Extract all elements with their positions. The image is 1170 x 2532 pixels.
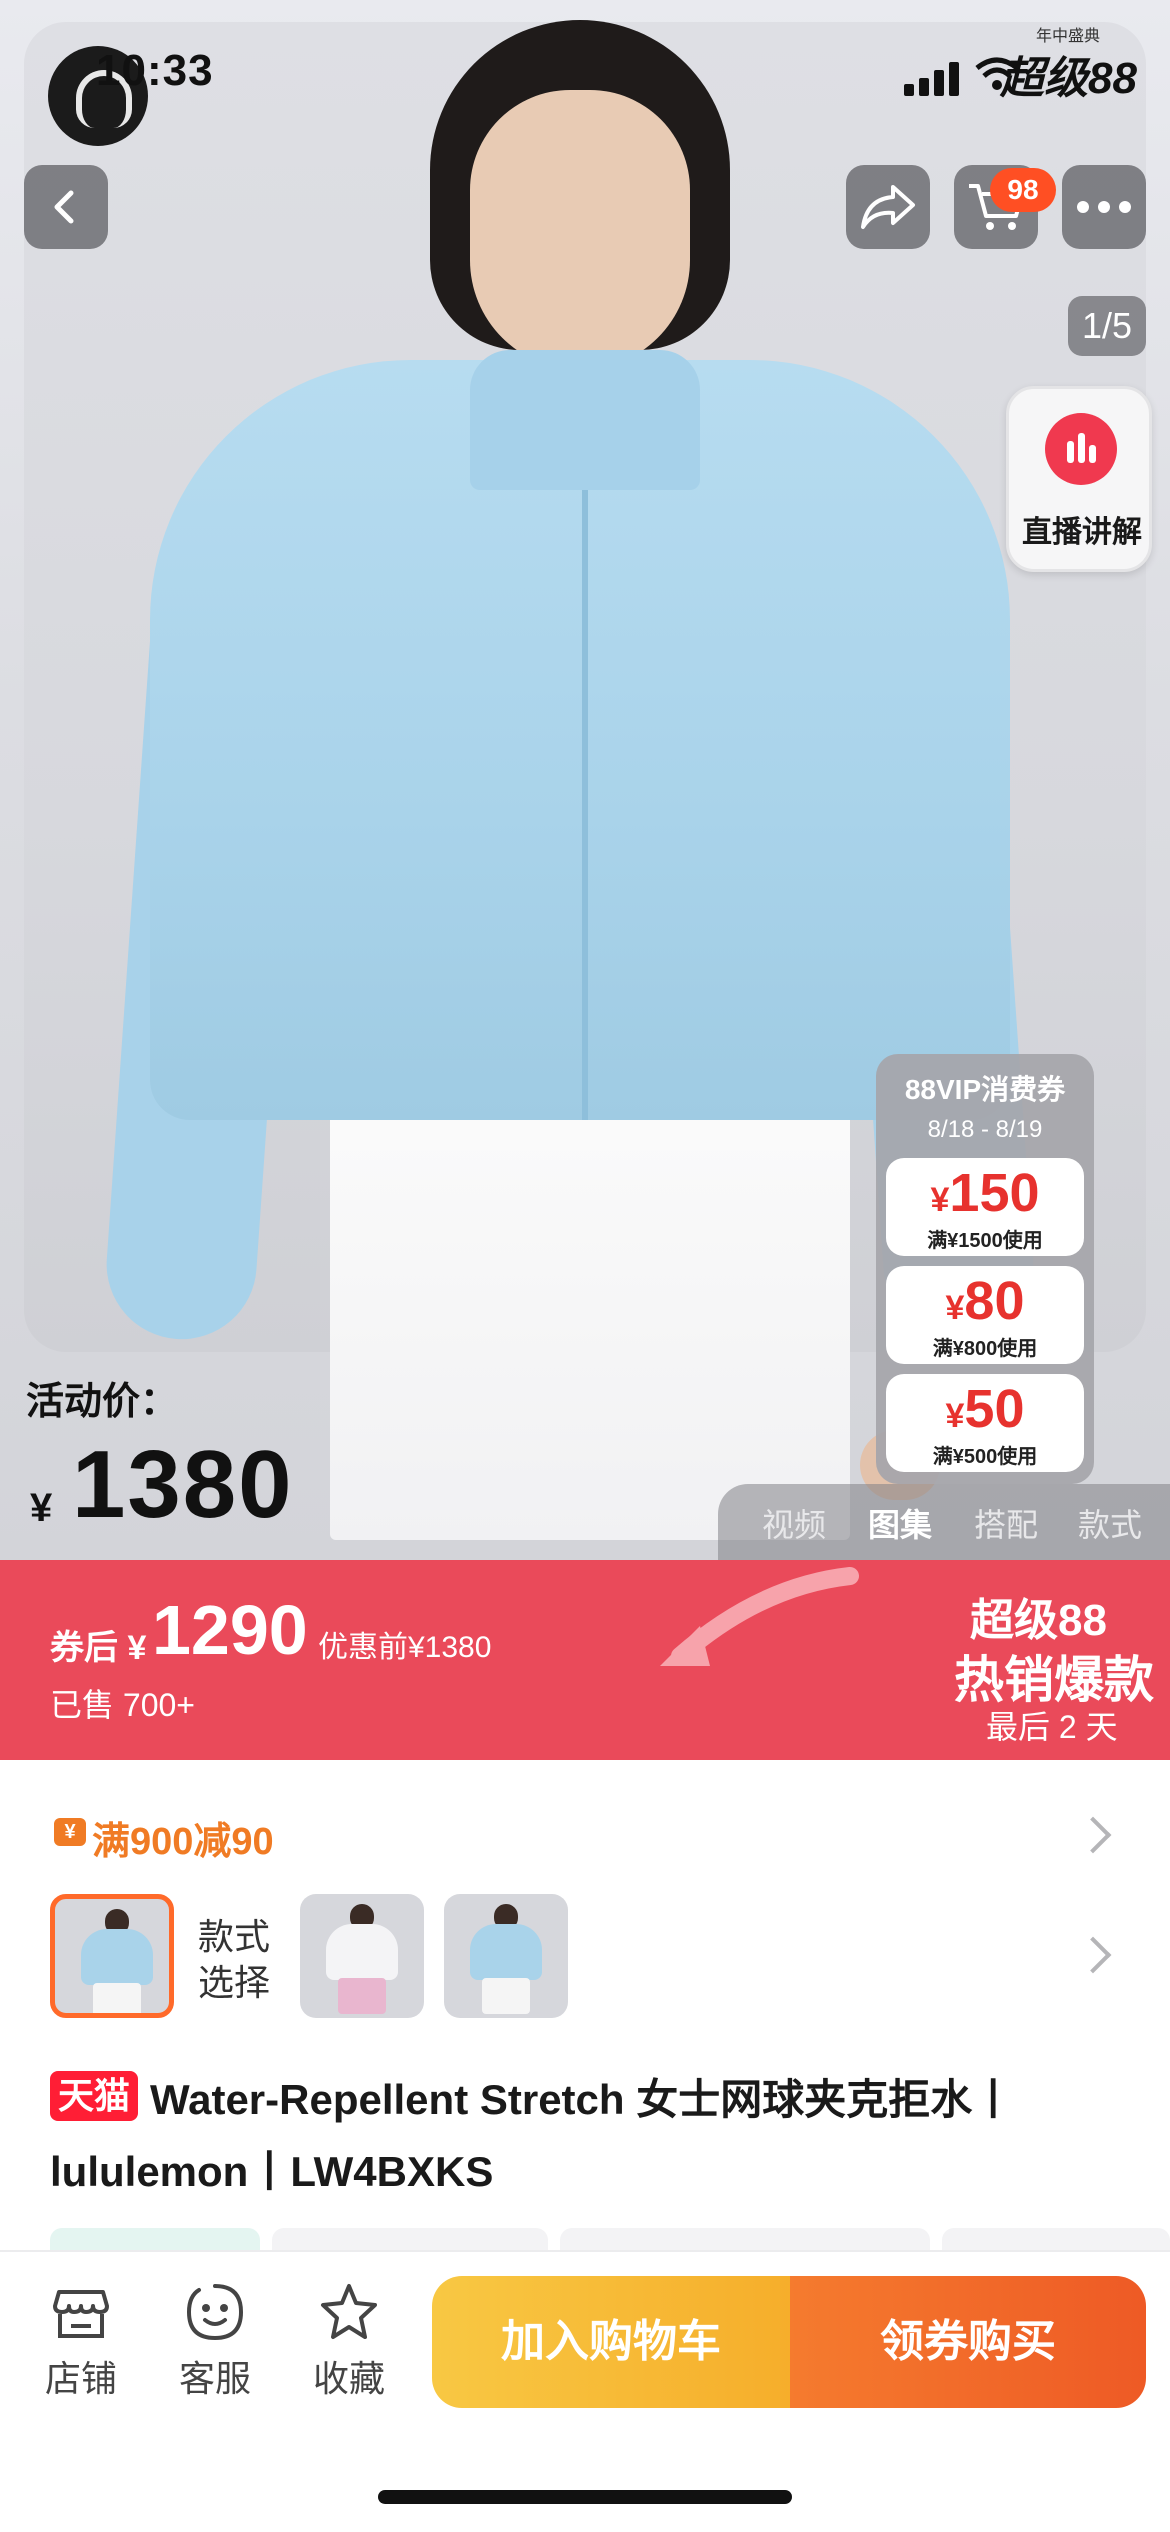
share-button[interactable] [846, 165, 930, 249]
coupon-amount: ¥50 [945, 1379, 1025, 1439]
vip-coupon-title: 88VIP消费券 [904, 1074, 1066, 1105]
coupon-condition: 满¥500使用 [932, 1446, 1038, 1468]
live-stream-icon [1045, 413, 1117, 485]
live-explain-label: 直播讲解 [1022, 516, 1142, 549]
live-explain-button[interactable]: 直播讲解 [1006, 386, 1152, 572]
days-left-label: 最后 2 天 [986, 1709, 1118, 1745]
add-to-cart-button[interactable]: 加入购物车 [432, 2276, 790, 2408]
product-title: 天猫 Water-Repellent Stretch 女士网球夹克拒水丨lulul… [50, 2064, 1130, 2208]
activity-currency: ¥ [30, 1486, 53, 1530]
before-discount-price: 优惠前¥1380 [318, 1631, 492, 1664]
after-coupon-price: 1290 [152, 1591, 308, 1669]
vip-coupon-panel[interactable]: 88VIP消费券 8/18 - 8/19 ¥150 满¥1500使用 ¥80 满… [876, 1054, 1094, 1484]
model-face [470, 90, 690, 370]
chevron-right-icon [1074, 1816, 1112, 1854]
tab-video[interactable]: 视频 [762, 1500, 826, 1546]
activity-price-label: 活动价： [26, 1381, 179, 1423]
tab-styles[interactable]: 款式 [1078, 1500, 1142, 1546]
status-time: 10:33 [96, 46, 214, 95]
product-tags-row [50, 2228, 1170, 2258]
chevron-right-icon [1074, 1936, 1112, 1974]
style-thumbnail[interactable] [300, 1894, 424, 2018]
store-tab-label: 店铺 [44, 2358, 117, 2399]
style-select-label: 款式 选择 [198, 1916, 271, 2003]
style-thumbnail[interactable] [444, 1894, 568, 2018]
product-title-text: Water-Repellent Stretch 女士网球夹克拒水丨lululem… [50, 2076, 1015, 2195]
coupon-card[interactable]: ¥150 满¥1500使用 [886, 1158, 1084, 1256]
customer-service-label: 客服 [178, 2358, 251, 2399]
style-thumbnail[interactable] [50, 1894, 174, 2018]
coupon-amount: ¥150 [930, 1163, 1040, 1223]
tmall-tag: 天猫 [50, 2071, 139, 2121]
tab-outfit[interactable]: 搭配 [974, 1500, 1038, 1546]
cart-count-badge: 98 [990, 168, 1056, 212]
home-indicator[interactable] [378, 2490, 792, 2504]
share-arrow-icon [861, 185, 915, 229]
store-icon [53, 2290, 109, 2338]
cellular-signal-icon [904, 60, 964, 96]
image-page-counter: 1/5 [1068, 296, 1146, 356]
back-arrow-icon [54, 190, 74, 224]
favorite-tab-label: 收藏 [312, 2358, 385, 2399]
more-options-button[interactable] [1062, 165, 1146, 249]
favorite-tab[interactable]: 收藏 [294, 2282, 404, 2402]
after-coupon-label: 券后 ¥ [50, 1629, 147, 1667]
model-white-skirt [330, 1080, 850, 1540]
tab-gallery[interactable]: 图集 [868, 1500, 932, 1546]
jacket-zipper [582, 430, 588, 1120]
promo-price-banner: 券后 ¥ 1290 优惠前¥1380 已售 700+ 超级88 热销爆款 最后 … [0, 1560, 1170, 1760]
discount-text: 满900减90 [92, 1821, 274, 1863]
coupon-condition: 满¥1500使用 [927, 1230, 1043, 1252]
vip-coupon-date: 8/18 - 8/19 [927, 1116, 1043, 1143]
event-title: 超级88 [1000, 54, 1137, 103]
chat-face-icon [186, 2284, 244, 2341]
style-select-row[interactable]: 款式 选择 [0, 1890, 1170, 2030]
store-tab[interactable]: 店铺 [26, 2282, 136, 2402]
coupon-condition: 满¥800使用 [932, 1338, 1038, 1360]
product-image-gallery[interactable]: 10:33 年中盛典 超级88 98 1/5 直播讲解 活动价： ¥ 1380 … [0, 0, 1170, 1560]
product-detail-screen: 10:33 年中盛典 超级88 98 1/5 直播讲解 活动价： ¥ 1380 … [0, 0, 1170, 2532]
coupon-card[interactable]: ¥50 满¥500使用 [886, 1374, 1084, 1472]
customer-service-tab[interactable]: 客服 [160, 2282, 270, 2402]
promo-arrow-decoration [660, 1567, 859, 1666]
media-tab-bar: 视频 图集 搭配 款式 [718, 1484, 1170, 1560]
coupon-amount: ¥80 [945, 1271, 1025, 1331]
activity-price: 1380 [72, 1431, 294, 1538]
sold-count: 已售 700+ [50, 1687, 195, 1723]
star-icon [321, 2284, 377, 2339]
claim-coupon-buy-button[interactable]: 领券购买 [790, 2276, 1146, 2408]
super88-label: 超级88 [970, 1596, 1107, 1645]
store-discount-row[interactable]: ¥ 满900减90 [0, 1780, 1170, 1890]
coupon-icon: ¥ [54, 1818, 86, 1846]
coupon-card[interactable]: ¥80 满¥800使用 [886, 1266, 1084, 1364]
more-dots-icon [1077, 201, 1131, 213]
jacket-collar [470, 350, 700, 490]
back-button[interactable] [24, 165, 108, 249]
